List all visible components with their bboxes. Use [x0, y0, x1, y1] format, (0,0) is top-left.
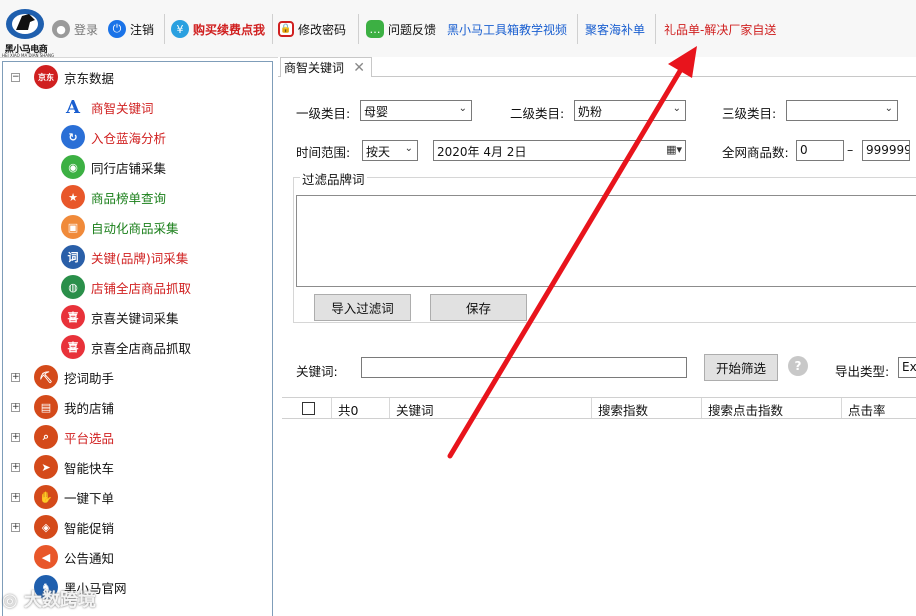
watermark: ◎ 大数跨境	[2, 590, 96, 611]
annotation-arrow	[447, 46, 697, 459]
